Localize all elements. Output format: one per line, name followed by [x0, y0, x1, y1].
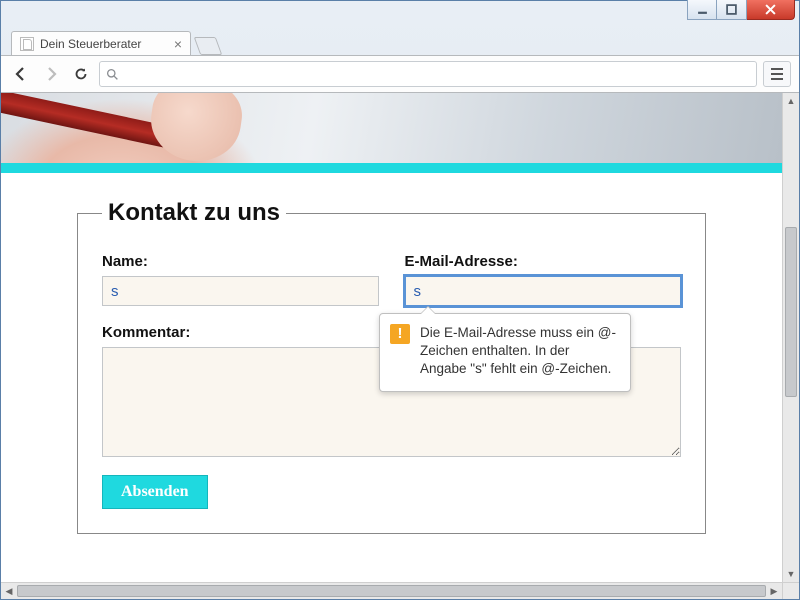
hamburger-icon: [770, 68, 784, 80]
window-titlebar: [1, 1, 799, 29]
maximize-button[interactable]: [717, 0, 747, 20]
back-button[interactable]: [9, 62, 33, 86]
hscroll-thumb[interactable]: [17, 585, 766, 597]
scroll-left-arrow[interactable]: ◀: [1, 583, 17, 599]
validation-tooltip: ! Die E-Mail-Adresse muss ein @-Zeichen …: [379, 313, 631, 392]
submit-button[interactable]: Absenden: [102, 475, 208, 509]
email-label: E-Mail-Adresse:: [405, 253, 682, 270]
name-input[interactable]: [102, 276, 379, 306]
warning-icon: !: [390, 324, 410, 344]
field-email: E-Mail-Adresse:: [405, 253, 682, 306]
forward-button[interactable]: [39, 62, 63, 86]
close-button[interactable]: [747, 0, 795, 20]
search-icon: [106, 68, 119, 81]
menu-button[interactable]: [763, 61, 791, 87]
new-tab-button[interactable]: [194, 37, 223, 55]
scroll-track[interactable]: [783, 109, 799, 566]
accent-stripe: [1, 163, 782, 173]
close-icon: [765, 4, 776, 15]
browser-tab[interactable]: Dein Steuerberater ×: [11, 31, 191, 55]
validation-message: Die E-Mail-Adresse muss ein @-Zeichen en…: [420, 325, 616, 376]
reload-icon: [73, 66, 89, 82]
field-name: Name:: [102, 253, 379, 306]
hero-image: [1, 93, 782, 163]
scroll-right-arrow[interactable]: ▶: [766, 583, 782, 599]
address-bar[interactable]: [99, 61, 757, 87]
row-name-email: Name: E-Mail-Adresse:: [102, 253, 681, 306]
vertical-scrollbar[interactable]: ▲ ▼: [782, 93, 799, 582]
reload-button[interactable]: [69, 62, 93, 86]
scroll-up-arrow[interactable]: ▲: [783, 93, 799, 109]
minimize-icon: [697, 4, 708, 15]
horizontal-scrollbar[interactable]: ◀ ▶: [1, 582, 782, 599]
toolbar: [1, 55, 799, 93]
tab-close-icon[interactable]: ×: [174, 37, 182, 51]
arrow-right-icon: [43, 66, 59, 82]
email-input[interactable]: [405, 276, 682, 306]
arrow-left-icon: [13, 66, 29, 82]
tab-strip: Dein Steuerberater ×: [1, 29, 799, 55]
scroll-thumb[interactable]: [785, 227, 797, 397]
form-legend: Kontakt zu uns: [102, 199, 286, 227]
window-buttons: [687, 0, 795, 20]
minimize-button[interactable]: [687, 0, 717, 20]
maximize-icon: [726, 4, 737, 15]
name-label: Name:: [102, 253, 379, 270]
viewport: Kontakt zu uns Name: E-Mail-Adresse: Kom…: [1, 93, 799, 582]
page-icon: [20, 37, 34, 51]
scroll-corner: [782, 582, 799, 599]
hscroll-track[interactable]: [17, 583, 766, 599]
scroll-down-arrow[interactable]: ▼: [783, 566, 799, 582]
browser-window: Dein Steuerberater ×: [0, 0, 800, 600]
tab-title: Dein Steuerberater: [40, 37, 141, 51]
page: Kontakt zu uns Name: E-Mail-Adresse: Kom…: [1, 93, 782, 582]
